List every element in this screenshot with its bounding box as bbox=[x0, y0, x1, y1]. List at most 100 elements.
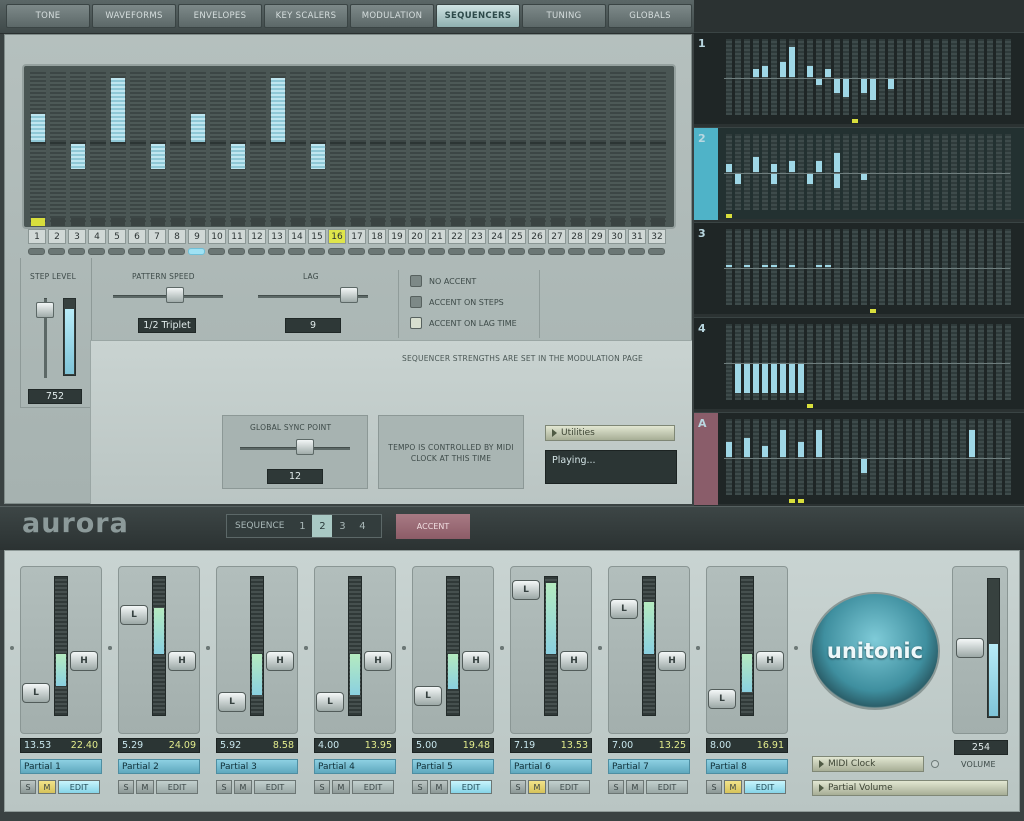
tab-key-scalers[interactable]: KEY SCALERS bbox=[264, 4, 348, 28]
step-column[interactable] bbox=[270, 72, 286, 226]
step-number[interactable]: 4 bbox=[88, 229, 106, 244]
step-led[interactable] bbox=[48, 248, 65, 255]
step-led[interactable] bbox=[68, 248, 85, 255]
step-led[interactable] bbox=[228, 248, 245, 255]
preview-sequence-2[interactable]: 2 bbox=[694, 127, 1024, 220]
step-number[interactable]: 27 bbox=[548, 229, 566, 244]
step-led[interactable] bbox=[308, 248, 325, 255]
solo-button[interactable]: S bbox=[20, 780, 36, 794]
step-led[interactable] bbox=[268, 248, 285, 255]
mute-button[interactable]: M bbox=[724, 780, 742, 794]
mute-button[interactable]: M bbox=[430, 780, 448, 794]
step-column[interactable] bbox=[370, 72, 386, 226]
step-column[interactable] bbox=[630, 72, 646, 226]
step-number[interactable]: 15 bbox=[308, 229, 326, 244]
mute-button[interactable]: M bbox=[234, 780, 252, 794]
partial-high-slider[interactable]: H bbox=[756, 651, 784, 671]
midi-clock-dropdown[interactable]: MIDI Clock bbox=[812, 756, 924, 772]
partial-high-slider[interactable]: H bbox=[168, 651, 196, 671]
partial-name[interactable]: Partial 8 bbox=[706, 759, 788, 774]
step-led[interactable] bbox=[248, 248, 265, 255]
partial-name[interactable]: Partial 2 bbox=[118, 759, 200, 774]
step-number[interactable]: 14 bbox=[288, 229, 306, 244]
partial-name[interactable]: Partial 6 bbox=[510, 759, 592, 774]
tab-tone[interactable]: TONE bbox=[6, 4, 90, 28]
partial-high-slider[interactable]: H bbox=[266, 651, 294, 671]
accent-on-lag-checkbox[interactable] bbox=[410, 317, 422, 329]
step-led[interactable] bbox=[148, 248, 165, 255]
partial-volume-dropdown[interactable]: Partial Volume bbox=[812, 780, 1008, 796]
preview-sequence-3[interactable]: 3 bbox=[694, 222, 1024, 314]
mute-button[interactable]: M bbox=[626, 780, 644, 794]
solo-button[interactable]: S bbox=[216, 780, 232, 794]
step-column[interactable] bbox=[610, 72, 626, 226]
step-number[interactable]: 8 bbox=[168, 229, 186, 244]
partial-low-slider[interactable]: L bbox=[610, 599, 638, 620]
step-column[interactable] bbox=[230, 72, 246, 226]
partial-high-slider[interactable]: H bbox=[364, 651, 392, 671]
accent-on-lag-option[interactable]: ACCENT ON LAG TIME bbox=[410, 317, 517, 329]
step-column[interactable] bbox=[210, 72, 226, 226]
step-number[interactable]: 6 bbox=[128, 229, 146, 244]
step-column[interactable] bbox=[310, 72, 326, 226]
lag-slider[interactable] bbox=[340, 287, 358, 303]
step-number[interactable]: 3 bbox=[68, 229, 86, 244]
step-column[interactable] bbox=[130, 72, 146, 226]
step-number[interactable]: 31 bbox=[628, 229, 646, 244]
global-sync-slider[interactable] bbox=[296, 439, 314, 455]
tab-modulation[interactable]: MODULATION bbox=[350, 4, 434, 28]
edit-button[interactable]: EDIT bbox=[254, 780, 296, 794]
step-column[interactable] bbox=[490, 72, 506, 226]
step-number[interactable]: 25 bbox=[508, 229, 526, 244]
step-led[interactable] bbox=[568, 248, 585, 255]
tab-tuning[interactable]: TUNING bbox=[522, 4, 606, 28]
preview-sequence-1[interactable]: 1 bbox=[694, 32, 1024, 124]
solo-button[interactable]: S bbox=[510, 780, 526, 794]
step-column[interactable] bbox=[70, 72, 86, 226]
step-led[interactable] bbox=[88, 248, 105, 255]
tab-globals[interactable]: GLOBALS bbox=[608, 4, 692, 28]
accent-on-steps-checkbox[interactable] bbox=[410, 296, 422, 308]
step-led[interactable] bbox=[168, 248, 185, 255]
partial-low-slider[interactable]: L bbox=[120, 604, 148, 625]
step-column[interactable] bbox=[510, 72, 526, 226]
step-number[interactable]: 26 bbox=[528, 229, 546, 244]
edit-button[interactable]: EDIT bbox=[548, 780, 590, 794]
preview-sequence-4[interactable]: 4 bbox=[694, 317, 1024, 409]
step-led[interactable] bbox=[628, 248, 645, 255]
step-column[interactable] bbox=[650, 72, 666, 226]
step-number[interactable]: 12 bbox=[248, 229, 266, 244]
step-column[interactable] bbox=[410, 72, 426, 226]
step-number[interactable]: 28 bbox=[568, 229, 586, 244]
mute-button[interactable]: M bbox=[38, 780, 56, 794]
edit-button[interactable]: EDIT bbox=[58, 780, 100, 794]
step-number[interactable]: 21 bbox=[428, 229, 446, 244]
step-column[interactable] bbox=[190, 72, 206, 226]
step-led[interactable] bbox=[348, 248, 365, 255]
step-column[interactable] bbox=[250, 72, 266, 226]
step-number[interactable]: 30 bbox=[608, 229, 626, 244]
step-led[interactable] bbox=[28, 248, 45, 255]
partial-name[interactable]: Partial 3 bbox=[216, 759, 298, 774]
step-column[interactable] bbox=[110, 72, 126, 226]
sequence-4-button[interactable]: 4 bbox=[352, 515, 372, 537]
step-led[interactable] bbox=[508, 248, 525, 255]
step-number[interactable]: 17 bbox=[348, 229, 366, 244]
no-accent-option[interactable]: NO ACCENT bbox=[410, 275, 476, 287]
partial-low-slider[interactable]: L bbox=[22, 683, 50, 704]
partial-name[interactable]: Partial 7 bbox=[608, 759, 690, 774]
preview-sequence-A[interactable]: A bbox=[694, 412, 1024, 505]
step-led[interactable] bbox=[188, 248, 205, 255]
accent-button[interactable]: ACCENT bbox=[396, 514, 470, 539]
step-column[interactable] bbox=[550, 72, 566, 226]
partial-low-slider[interactable]: L bbox=[218, 691, 246, 712]
partial-name[interactable]: Partial 4 bbox=[314, 759, 396, 774]
tab-waveforms[interactable]: WAVEFORMS bbox=[92, 4, 176, 28]
step-led[interactable] bbox=[488, 248, 505, 255]
pattern-speed-slider[interactable] bbox=[166, 287, 184, 303]
step-number[interactable]: 9 bbox=[188, 229, 206, 244]
step-number[interactable]: 32 bbox=[648, 229, 666, 244]
edit-button[interactable]: EDIT bbox=[450, 780, 492, 794]
edit-button[interactable]: EDIT bbox=[744, 780, 786, 794]
partial-low-slider[interactable]: L bbox=[512, 579, 540, 600]
